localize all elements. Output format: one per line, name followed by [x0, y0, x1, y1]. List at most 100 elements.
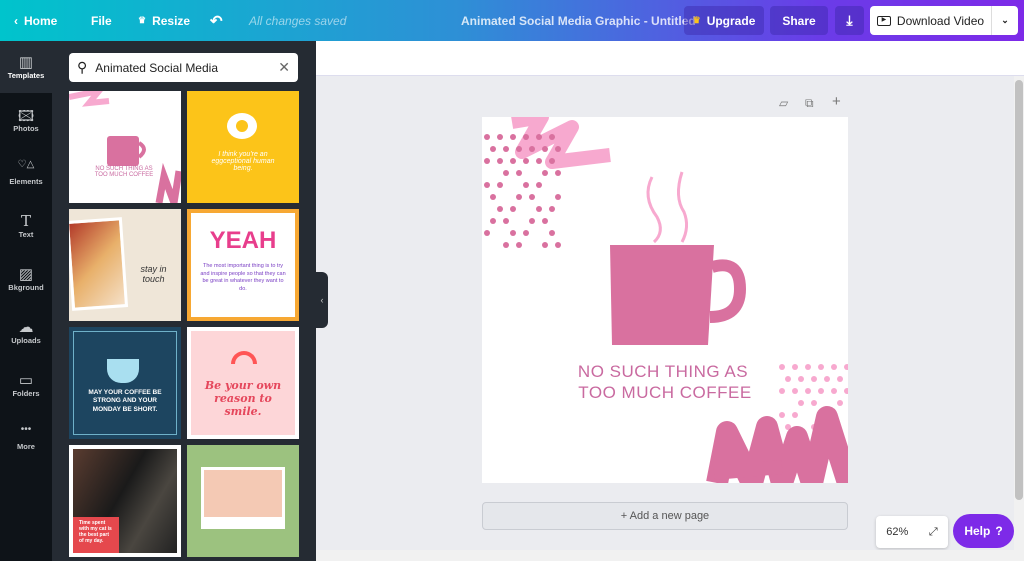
decor-dot	[542, 146, 548, 152]
coffee-template-art	[69, 91, 181, 203]
decor-dot	[523, 134, 529, 140]
decor-dot	[536, 206, 542, 212]
background-icon: ▨	[18, 266, 34, 283]
decor-shape	[677, 171, 689, 243]
home-button[interactable]: ‹ Home	[14, 0, 57, 41]
duplicate-page-icon[interactable]: ⧉	[805, 96, 814, 111]
notes-icon[interactable]: ▱	[779, 96, 788, 110]
download-options-chevron-icon[interactable]: ⌄	[991, 6, 1018, 35]
decor-dot	[523, 182, 529, 188]
decor-dot	[779, 412, 785, 418]
crown-icon: ♛	[138, 15, 147, 25]
decor-dot	[516, 170, 522, 176]
decor-dot	[516, 146, 522, 152]
question-icon: ?	[995, 524, 1003, 538]
decor-dot	[490, 146, 496, 152]
decor-dot	[510, 230, 516, 236]
document-title[interactable]: Animated Social Media Graphic - Untitled	[461, 0, 696, 41]
angry-cup-icon	[107, 359, 139, 383]
rail-photos[interactable]: 🖾 Photos	[0, 106, 52, 133]
templates-icon: ▥	[18, 54, 34, 71]
photo	[69, 217, 129, 311]
decor-dot	[523, 230, 529, 236]
template-thumbnail[interactable]: Time spent with my cat is the best part …	[69, 445, 181, 557]
decor-dot	[484, 182, 490, 188]
template-thumbnail[interactable]: MAY YOUR COFFEE BE STRONG AND YOUR MONDA…	[69, 327, 181, 439]
decor-dot	[503, 242, 509, 248]
collapse-panel-button[interactable]: ‹	[316, 272, 328, 328]
rail-background[interactable]: ▨ Bkground	[0, 265, 52, 292]
decor-dot	[792, 412, 798, 418]
template-thumbnail[interactable]: I think you're an eggceptional human bei…	[187, 91, 299, 203]
vertical-scrollbar[interactable]	[1014, 76, 1024, 561]
decor-dot	[510, 134, 516, 140]
decor-dot	[503, 146, 509, 152]
help-button[interactable]: Help?	[953, 514, 1014, 548]
decor-dot	[529, 146, 535, 152]
text-icon: T	[20, 212, 31, 230]
template-thumbnail[interactable]: stay in touch	[69, 209, 181, 321]
save-status: All changes saved	[249, 13, 347, 28]
decor-dot	[536, 182, 542, 188]
template-thumbnail[interactable]: YEAH The most important thing is to try …	[187, 209, 299, 321]
decor-dot	[555, 146, 561, 152]
resize-button[interactable]: ♛ Resize	[138, 0, 190, 41]
template-thumbnail[interactable]: NO SUCH THING AS TOO MUCH COFFEE	[69, 91, 181, 203]
decor-dot	[510, 158, 516, 164]
upgrade-button[interactable]: ♛ Upgrade	[684, 6, 764, 35]
decor-dot	[510, 206, 516, 212]
decor-dot	[529, 218, 535, 224]
coffee-illustration	[484, 117, 848, 483]
download-icon[interactable]: ⤓	[835, 6, 864, 35]
decor-dot	[536, 134, 542, 140]
share-button[interactable]: Share	[770, 6, 828, 35]
headline-line-2[interactable]: TOO MUCH COFFEE	[482, 383, 848, 403]
decor-dot	[523, 158, 529, 164]
decor-dot	[503, 218, 509, 224]
decor-dot	[497, 158, 503, 164]
rail-templates[interactable]: ▥ Templates	[0, 41, 52, 93]
rail-uploads[interactable]: ☁ Uploads	[0, 318, 52, 345]
horizontal-scrollbar[interactable]	[316, 550, 1014, 561]
decor-dot	[516, 194, 522, 200]
decor-dot	[555, 170, 561, 176]
decor-shape	[646, 176, 662, 244]
zoom-control[interactable]: 62% ⤢	[876, 516, 948, 548]
download-video-button[interactable]: ▶ Download Video	[870, 6, 991, 35]
decor-dot	[484, 134, 490, 140]
fullscreen-icon[interactable]: ⤢	[929, 526, 938, 539]
decor-shape	[610, 245, 714, 345]
decor-dot	[549, 158, 555, 164]
add-page-button[interactable]: + Add a new page	[482, 502, 848, 530]
editor-toolbar	[316, 41, 1024, 76]
rail-text[interactable]: T Text	[0, 212, 52, 239]
headline-line-1[interactable]: NO SUCH THING AS	[482, 362, 846, 382]
decor-dot	[490, 218, 496, 224]
decor-dot	[516, 242, 522, 248]
decor-dot	[555, 194, 561, 200]
rail-folders[interactable]: ▭ Folders	[0, 371, 52, 398]
decor-dot	[484, 230, 490, 236]
template-thumbnail[interactable]: Be your own reason to smile.	[187, 327, 299, 439]
rail-elements[interactable]: ♡△ Elements	[0, 159, 52, 186]
egg-icon	[227, 113, 257, 139]
undo-icon[interactable]: ↶	[210, 0, 223, 41]
upload-cloud-icon: ☁	[18, 319, 34, 336]
add-page-icon[interactable]: +	[832, 93, 841, 110]
decor-dot	[549, 206, 555, 212]
photo-icon: 🖾	[17, 108, 35, 125]
template-thumbnail[interactable]	[187, 445, 299, 557]
decor-dot	[555, 242, 561, 248]
video-icon: ▶	[876, 15, 891, 26]
design-canvas[interactable]: NO SUCH THING AS TOO MUCH COFFEE	[482, 117, 848, 483]
decor-dot	[549, 230, 555, 236]
file-menu[interactable]: File	[91, 0, 112, 41]
decor-dot	[536, 158, 542, 164]
decor-dot	[497, 182, 503, 188]
rail-more[interactable]: ••• More	[0, 424, 52, 451]
decor-dot	[549, 134, 555, 140]
search-input[interactable]: ⚲ Animated Social Media ✕	[69, 53, 298, 82]
decor-dot	[529, 194, 535, 200]
decor-dot	[490, 194, 496, 200]
clear-search-icon[interactable]: ✕	[278, 59, 290, 76]
